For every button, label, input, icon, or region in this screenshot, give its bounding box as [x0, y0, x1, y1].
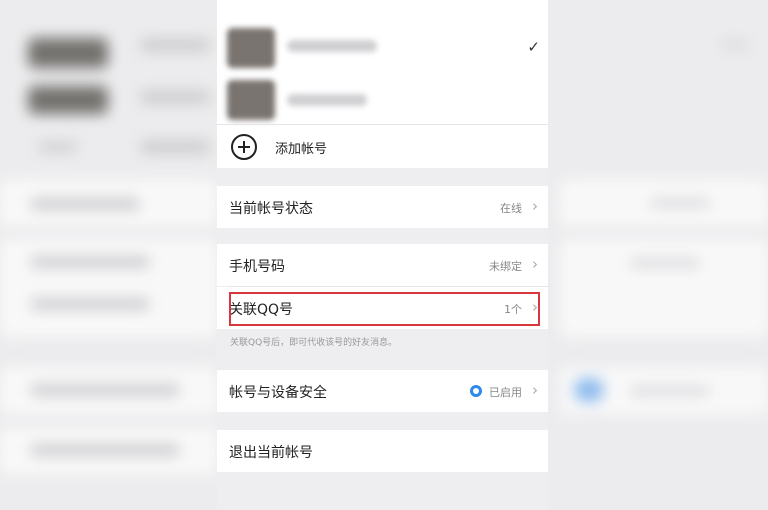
plus-circle-icon: [231, 134, 257, 160]
shield-icon: [470, 385, 482, 397]
linked-qq-hint: 关联QQ号后，即可代收该号的好友消息。: [230, 338, 398, 348]
highlight-box: [229, 292, 540, 326]
divider: [217, 124, 548, 125]
add-account-label: 添加帐号: [275, 142, 328, 157]
account-settings-panel: ✓ 添加帐号 当前帐号状态 在线 › 手机号码 未绑定 › 关联QQ号 1个 ›…: [217, 0, 548, 510]
account-status-value: 在线: [500, 202, 522, 215]
account-status-label: 当前帐号状态: [229, 201, 313, 217]
phone-number-value: 未绑定: [489, 260, 522, 273]
account-security-label: 帐号与设备安全: [229, 385, 327, 401]
chevron-right-icon: ›: [532, 197, 538, 215]
account-name: [287, 40, 377, 52]
account-status-row[interactable]: 当前帐号状态 在线 ›: [217, 186, 548, 228]
phone-number-label: 手机号码: [229, 259, 285, 275]
chevron-right-icon: ›: [532, 255, 538, 273]
chevron-right-icon: ›: [532, 381, 538, 399]
account-name: [287, 94, 367, 106]
account-avatar[interactable]: [227, 80, 275, 120]
check-icon: ✓: [527, 38, 540, 56]
account-switcher: ✓ 添加帐号: [217, 0, 548, 168]
phone-number-row[interactable]: 手机号码 未绑定 ›: [217, 244, 548, 286]
account-security-row[interactable]: 帐号与设备安全 已启用 ›: [217, 370, 548, 412]
account-avatar[interactable]: [227, 28, 275, 68]
account-security-value: 已启用: [489, 386, 522, 399]
logout-label: 退出当前帐号: [229, 445, 313, 461]
logout-row[interactable]: 退出当前帐号: [217, 430, 548, 472]
